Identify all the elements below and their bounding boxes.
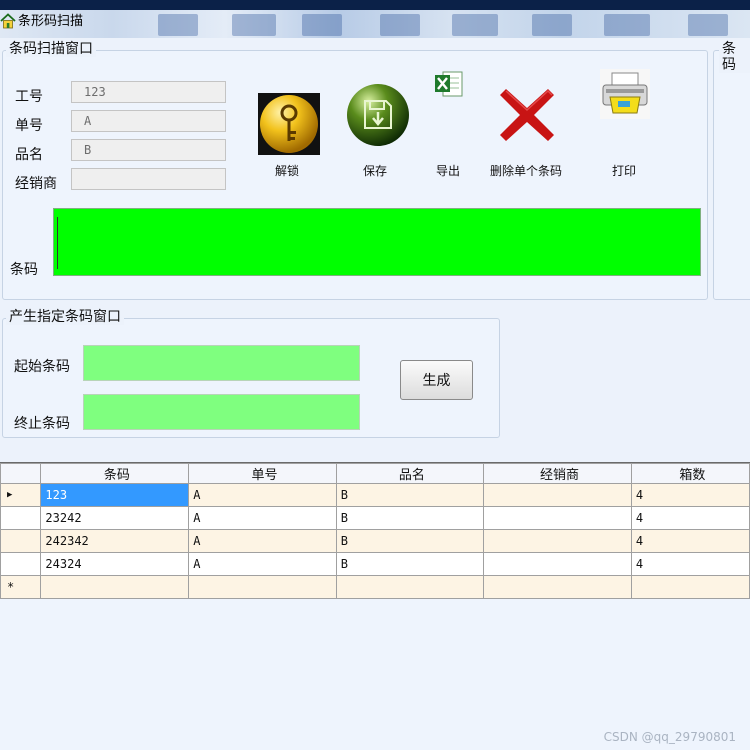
export-label: 导出 <box>435 164 460 178</box>
order-number-label: 单号 <box>15 118 43 134</box>
save-icon <box>347 84 409 146</box>
table-cell[interactable] <box>483 506 632 530</box>
end-barcode-input[interactable] <box>83 394 360 430</box>
start-barcode-input[interactable] <box>83 345 360 381</box>
table-cell[interactable]: A <box>188 506 337 530</box>
unlock-button[interactable] <box>258 93 320 155</box>
save-label: 保存 <box>362 164 387 178</box>
distributor-field[interactable] <box>71 168 226 190</box>
table-row[interactable]: 23242 A B 4 <box>0 506 750 530</box>
table-cell[interactable]: B <box>335 552 485 576</box>
distributor-label: 经销商 <box>15 176 57 192</box>
column-header-order-number[interactable]: 单号 <box>188 463 337 484</box>
data-grid: 条码 单号 品名 经销商 箱数 ▶ 123 A B 4 23242 A B 4 … <box>0 462 750 750</box>
background-tile-decoration <box>232 14 276 36</box>
background-tile-decoration <box>452 14 498 36</box>
table-cell[interactable] <box>40 575 190 599</box>
new-row[interactable]: * <box>0 575 750 599</box>
printer-icon <box>600 69 650 119</box>
text-caret <box>57 217 58 269</box>
save-button[interactable] <box>346 83 410 147</box>
product-name-label: 品名 <box>15 147 43 163</box>
data-grid-table: 条码 单号 品名 经销商 箱数 ▶ 123 A B 4 23242 A B 4 … <box>0 463 750 599</box>
watermark: CSDN @qq_29790801 <box>603 730 736 744</box>
right-group-title: 条码 <box>719 41 750 73</box>
background-tile-decoration <box>604 14 650 36</box>
table-cell[interactable]: A <box>188 529 337 553</box>
right-group <box>713 50 750 300</box>
table-cell[interactable]: 123 <box>40 483 190 507</box>
generate-group-title: 产生指定条码窗口 <box>6 309 124 325</box>
employee-id-label: 工号 <box>15 89 43 105</box>
table-cell[interactable]: A <box>188 483 337 507</box>
background-tile-decoration <box>158 14 198 36</box>
table-row[interactable]: 242342 A B 4 <box>0 529 750 553</box>
table-cell[interactable] <box>483 552 632 576</box>
print-button[interactable] <box>600 69 650 119</box>
table-cell[interactable]: 242342 <box>40 529 190 553</box>
excel-icon <box>435 71 463 97</box>
background-tile-decoration <box>532 14 572 36</box>
background-tile-decoration <box>688 14 728 36</box>
table-cell[interactable] <box>483 483 632 507</box>
generate-button[interactable]: 生成 <box>400 360 473 400</box>
table-row[interactable]: 24324 A B 4 <box>0 552 750 576</box>
red-x-icon <box>500 89 554 141</box>
start-barcode-label: 起始条码 <box>14 359 70 375</box>
row-header[interactable] <box>0 529 42 553</box>
table-cell[interactable]: B <box>335 529 485 553</box>
delete-barcode-label: 删除单个条码 <box>489 164 562 178</box>
table-cell[interactable] <box>483 575 632 599</box>
print-label: 打印 <box>611 164 636 178</box>
row-header[interactable] <box>0 552 42 576</box>
key-icon <box>258 93 320 155</box>
home-icon <box>0 13 16 29</box>
table-cell[interactable] <box>335 575 485 599</box>
row-header-corner <box>0 463 42 484</box>
column-header-distributor[interactable]: 经销商 <box>483 463 632 484</box>
background-tile-decoration <box>302 14 342 36</box>
table-cell[interactable]: 23242 <box>40 506 190 530</box>
new-row-marker-icon[interactable]: * <box>0 575 42 599</box>
barcode-input[interactable] <box>53 208 701 276</box>
table-row[interactable]: ▶ 123 A B 4 <box>0 483 750 507</box>
barcode-label: 条码 <box>10 262 38 278</box>
background-tile-decoration <box>380 14 420 36</box>
column-header-box-count[interactable]: 箱数 <box>630 463 750 484</box>
title-bar-top-strip <box>0 0 750 10</box>
end-barcode-label: 终止条码 <box>14 416 70 432</box>
current-row-indicator-icon[interactable]: ▶ <box>0 483 42 507</box>
delete-barcode-button[interactable] <box>498 86 556 144</box>
table-cell[interactable]: 4 <box>630 529 750 553</box>
table-cell[interactable] <box>630 575 750 599</box>
order-number-field[interactable]: A <box>71 110 226 132</box>
table-cell[interactable]: B <box>335 483 485 507</box>
table-cell[interactable] <box>483 529 632 553</box>
column-header-barcode[interactable]: 条码 <box>40 463 190 484</box>
grid-header-row: 条码 单号 品名 经销商 箱数 <box>0 463 750 484</box>
window-title: 条形码扫描 <box>18 14 84 29</box>
table-cell[interactable]: A <box>188 552 337 576</box>
row-header[interactable] <box>0 506 42 530</box>
unlock-label: 解锁 <box>274 164 299 178</box>
column-header-product-name[interactable]: 品名 <box>335 463 485 484</box>
title-bar <box>0 0 750 38</box>
table-cell[interactable]: 4 <box>630 506 750 530</box>
table-cell[interactable] <box>188 575 337 599</box>
scan-group-title: 条码扫描窗口 <box>6 41 96 57</box>
table-cell[interactable]: 4 <box>630 552 750 576</box>
table-cell[interactable]: 24324 <box>40 552 190 576</box>
table-cell[interactable]: 4 <box>630 483 750 507</box>
export-button[interactable] <box>434 69 464 99</box>
product-name-field[interactable]: B <box>71 139 226 161</box>
table-cell[interactable]: B <box>335 506 485 530</box>
employee-id-field[interactable]: 123 <box>71 81 226 103</box>
